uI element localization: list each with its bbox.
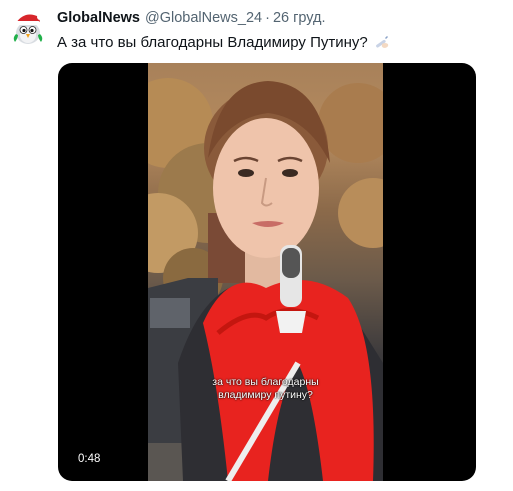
video-caption-line-1: за что вы благодарны (212, 376, 319, 388)
tweet-text: А за что вы благодарны Владимиру Путину? (57, 33, 368, 51)
tweet[interactable]: GlobalNews @GlobalNews_24 · 26 груд. А з… (0, 0, 513, 491)
video-scene (148, 78, 383, 481)
author-name[interactable]: GlobalNews (57, 10, 140, 26)
writing-hand-icon (375, 36, 388, 48)
video-duration: 0:48 (78, 453, 101, 465)
avatar[interactable] (9, 8, 47, 46)
separator: · (265, 10, 270, 26)
video-frame[interactable]: за что вы благодарны владимиру путину? (148, 63, 383, 481)
video-player[interactable]: за что вы благодарны владимиру путину? 0… (58, 63, 476, 481)
tweet-text-row: А за что вы благодарны Владимиру Путину? (57, 33, 391, 51)
author-handle[interactable]: @GlobalNews_24 (145, 10, 262, 26)
tweet-header: GlobalNews @GlobalNews_24 · 26 груд. (57, 10, 326, 30)
video-caption-line-2: владимиру путину? (218, 389, 313, 401)
tweet-date[interactable]: 26 груд. (273, 10, 326, 26)
